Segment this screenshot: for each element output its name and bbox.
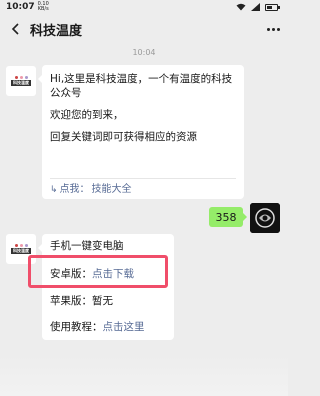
sent-message-text: 358: [215, 210, 237, 224]
logo-dots: [14, 244, 28, 247]
nav-bar: 科技温度: [0, 14, 288, 44]
battery-fill: [267, 5, 272, 9]
tutorial-link[interactable]: 点击这里: [103, 321, 145, 333]
network-speed: 0.10 KB/s: [38, 2, 49, 12]
signal-icon: [251, 3, 260, 11]
welcome-line-greeting: 欢迎您的到来，: [50, 109, 124, 121]
chat-bottom-area: [0, 356, 288, 396]
wifi-icon: [236, 3, 246, 11]
highlight-annotation-box: [28, 255, 168, 288]
apple-label: 苹果版：: [50, 295, 92, 307]
reply-title: 手机一键变电脑: [50, 240, 124, 252]
link-arrow-icon: ↳: [50, 185, 58, 195]
skills-link-prefix: 点我：: [59, 184, 90, 195]
apple-value: 暂无: [92, 295, 113, 307]
logo-brand: 科技温度: [11, 248, 31, 254]
more-icon[interactable]: [267, 27, 280, 31]
official-account-avatar[interactable]: 科技温度: [6, 66, 36, 96]
logo-brand: 科技温度: [11, 80, 31, 86]
tutorial-row: 使用教程：点击这里: [50, 320, 145, 334]
status-time: 10:07: [6, 2, 35, 12]
welcome-line-keywords: 回复关键词即可获得相应的资源: [50, 131, 197, 143]
battery-icon: [265, 3, 280, 11]
back-arrow-icon[interactable]: [8, 21, 24, 37]
bubble-divider: [50, 178, 236, 179]
apple-row: 苹果版：暂无: [50, 294, 113, 308]
network-speed-unit: KB/s: [37, 6, 49, 12]
sent-message-bubble: 358: [209, 207, 247, 227]
chat-title: 科技温度: [30, 23, 83, 39]
user-avatar[interactable]: [250, 203, 280, 233]
message-timestamp: 10:04: [132, 48, 156, 57]
logo-dots: [14, 76, 28, 79]
welcome-message-bubble: Hi,这里是科技温度，一个有温度的科技公众号 欢迎您的到来， 回复关键词即可获得…: [38, 65, 244, 199]
welcome-line-intro: Hi,这里是科技温度，一个有温度的科技公众号: [50, 73, 233, 99]
status-left: 10:07 0.10 KB/s: [6, 2, 49, 13]
skills-link-row[interactable]: ↳ 点我： 技能大全: [50, 183, 132, 197]
tutorial-label: 使用教程：: [50, 321, 103, 333]
status-bar: 10:07 0.10 KB/s: [0, 0, 288, 14]
status-right: [236, 3, 280, 11]
skills-link[interactable]: 技能大全: [92, 183, 132, 197]
